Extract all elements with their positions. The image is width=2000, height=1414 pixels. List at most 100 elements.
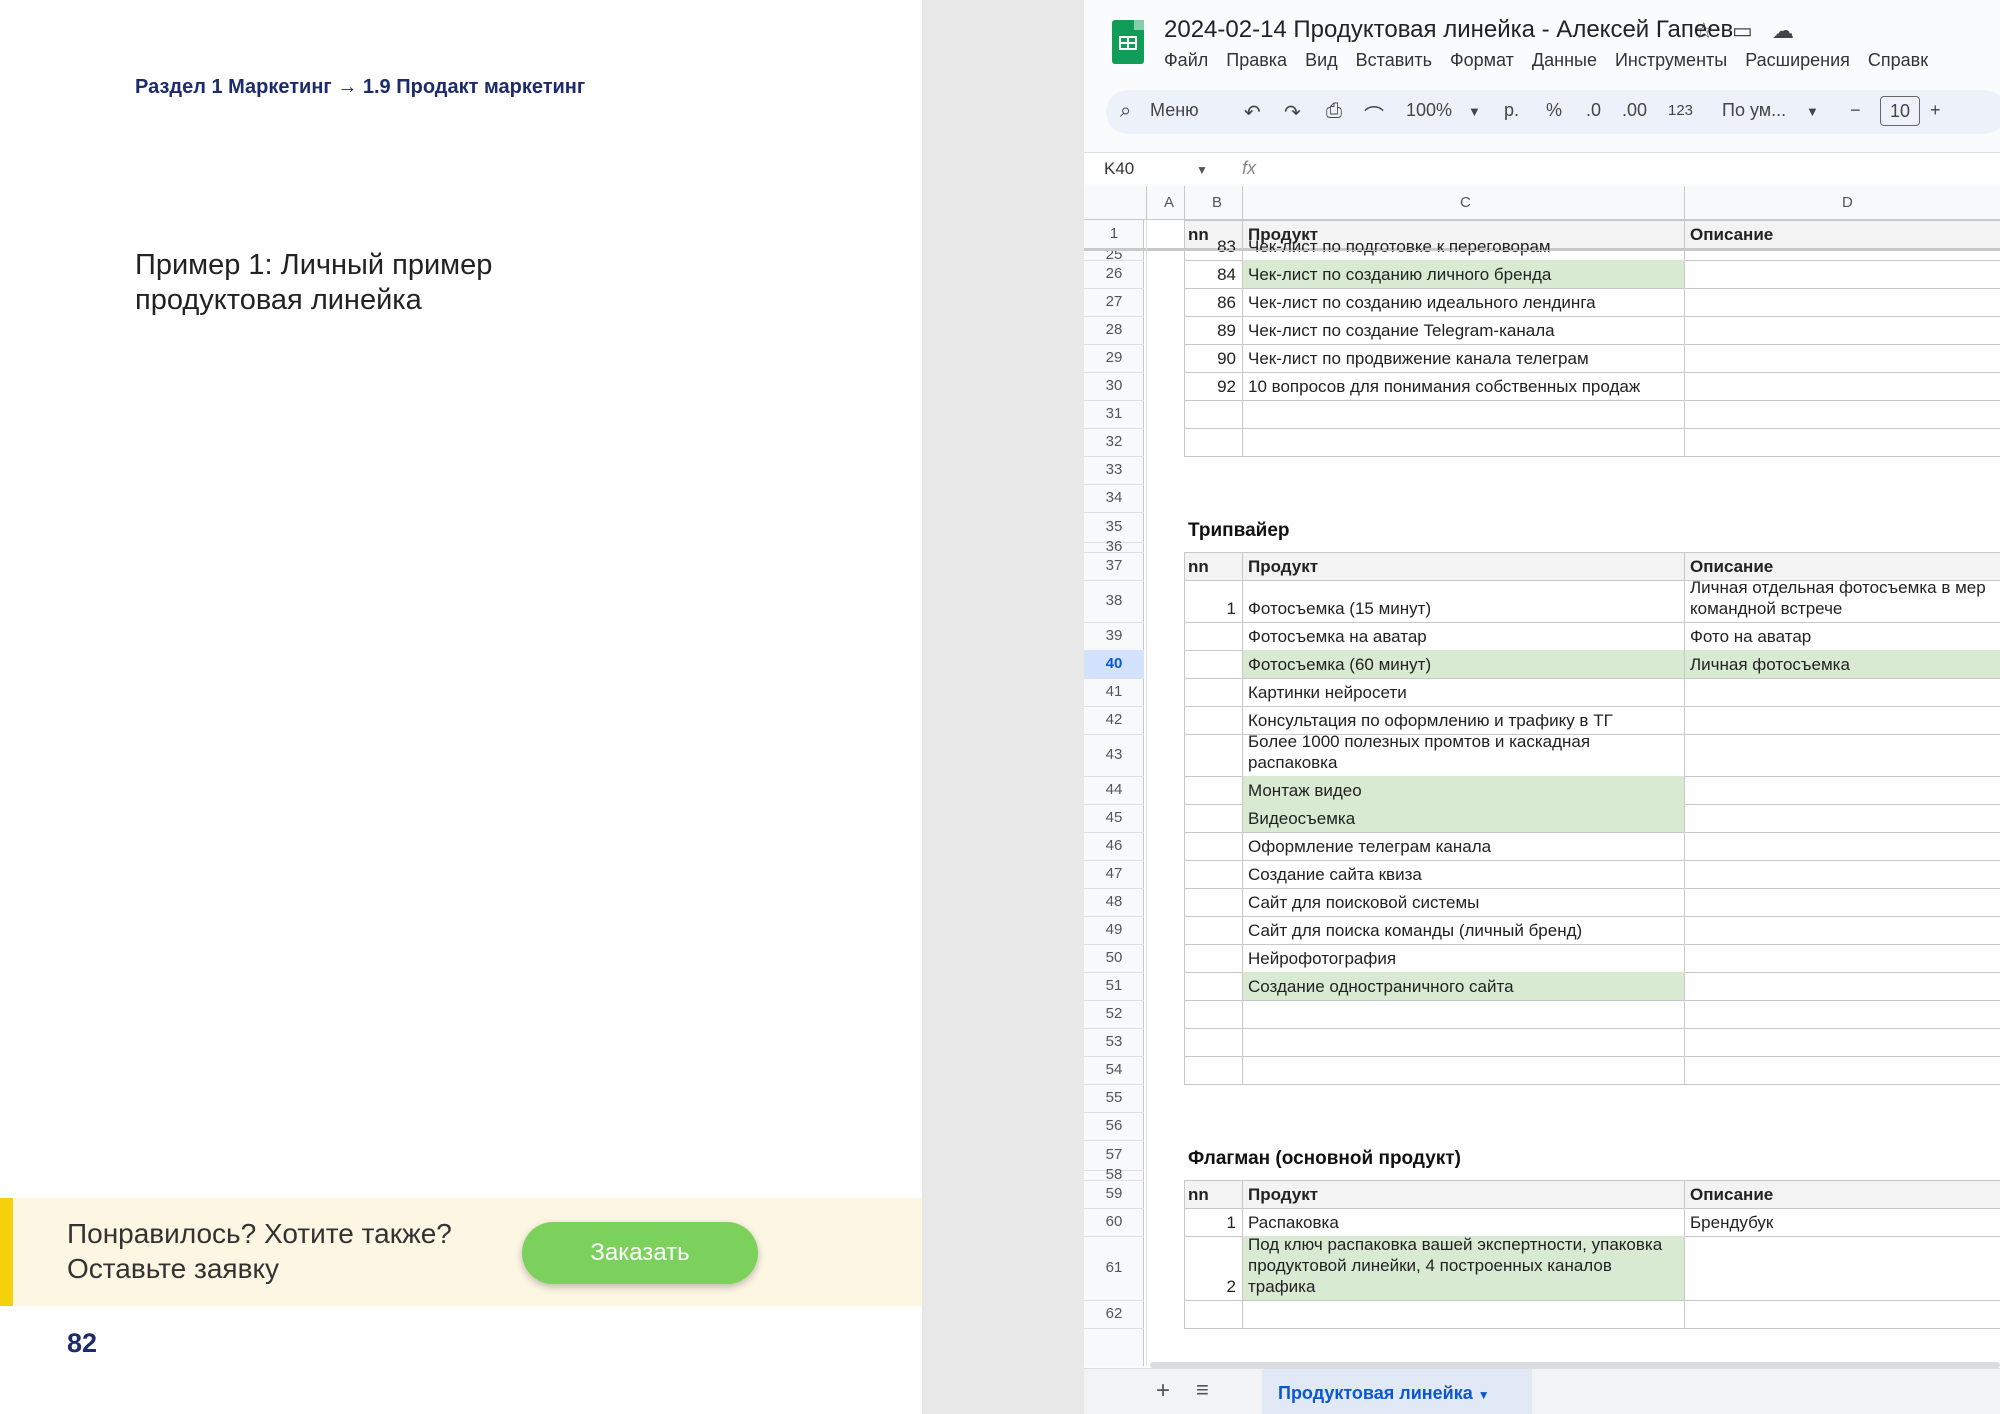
menu-item-2[interactable]: Вид (1305, 50, 1338, 70)
row-number-31[interactable]: 31 (1084, 405, 1144, 422)
menu-search[interactable]: Меню (1150, 100, 1199, 121)
breadcrumb: Раздел 1 Маркетинг → 1.9 Продакт маркети… (135, 76, 586, 98)
column-header-b[interactable]: B (1212, 194, 1222, 211)
row-number-50[interactable]: 50 (1084, 949, 1144, 966)
sheets-logo-icon[interactable] (1112, 20, 1144, 64)
paint-format-icon[interactable]: ⌒ (1364, 100, 1384, 129)
menu-item-7[interactable]: Расширения (1745, 50, 1850, 70)
row-number-42[interactable]: 42 (1084, 711, 1144, 728)
row-divider (1084, 512, 1144, 513)
decrease-font-size-button[interactable]: − (1850, 100, 1861, 121)
row-number-45[interactable]: 45 (1084, 809, 1144, 826)
percent-format-button[interactable]: % (1546, 100, 1562, 121)
row-number-49[interactable]: 49 (1084, 921, 1144, 938)
row-number-53[interactable]: 53 (1084, 1033, 1144, 1050)
row-header: 1 25 26 27 28 29 30 31 32 33 34 35 36 37 38 39 40 41 42 43 4… (1084, 220, 1144, 1366)
row-number-37[interactable]: 37 (1084, 557, 1144, 574)
sheet-list-icon[interactable]: ≡ (1196, 1377, 1209, 1403)
star-icon[interactable]: ☆ (1694, 18, 1714, 44)
row-number-30[interactable]: 30 (1084, 377, 1144, 394)
order-button[interactable]: Заказать (522, 1222, 758, 1284)
row-number-43[interactable]: 43 (1084, 746, 1144, 763)
cell-border (1184, 288, 2000, 289)
sheet-tabs-bar: + ≡ Продуктовая линейка ▼ (1084, 1368, 2000, 1414)
name-box[interactable]: K40 (1104, 159, 1134, 179)
row-number-62[interactable]: 62 (1084, 1305, 1144, 1322)
row-number-29[interactable]: 29 (1084, 349, 1144, 366)
sheet-grid[interactable]: ABCD 1 25 26 27 28 29 30 31 32 33 34 35 36 37 38 39 40 41… (1084, 186, 2000, 1366)
row-divider (1084, 552, 1144, 553)
row-number-41[interactable]: 41 (1084, 683, 1144, 700)
font-size-input[interactable]: 10 (1880, 96, 1920, 126)
menu-item-1[interactable]: Правка (1226, 50, 1287, 70)
menu-item-6[interactable]: Инструменты (1615, 50, 1727, 70)
redo-icon[interactable]: ↷ (1284, 100, 1301, 125)
row-number-38[interactable]: 38 (1084, 592, 1144, 609)
row-number-48[interactable]: 48 (1084, 893, 1144, 910)
zoom-dropdown-icon[interactable]: ▼ (1468, 104, 1481, 119)
row-product: 10 вопросов для понимания собственных пр… (1248, 377, 1641, 396)
row-divider (1084, 944, 1144, 945)
row-number-60[interactable]: 60 (1084, 1213, 1144, 1230)
row-number-32[interactable]: 32 (1084, 433, 1144, 450)
row-number-54[interactable]: 54 (1084, 1061, 1144, 1078)
row-number-1[interactable]: 1 (1084, 225, 1144, 242)
row-number-34[interactable]: 34 (1084, 489, 1144, 506)
font-select[interactable]: По ум... (1722, 100, 1786, 121)
column-header-c[interactable]: C (1460, 194, 1471, 211)
row-number-46[interactable]: 46 (1084, 837, 1144, 854)
search-icon[interactable]: ⌕ (1120, 100, 1131, 123)
zoom-select[interactable]: 100% (1406, 100, 1452, 121)
row-number-47[interactable]: 47 (1084, 865, 1144, 882)
row-number-40[interactable]: 40 (1084, 655, 1144, 672)
name-box-dropdown-icon[interactable]: ▼ (1196, 163, 1208, 177)
menu-item-8[interactable]: Справк (1868, 50, 1928, 70)
row-number-26[interactable]: 26 (1084, 265, 1144, 282)
number-format-button[interactable]: 123 (1668, 102, 1693, 119)
undo-icon[interactable]: ↶ (1244, 100, 1261, 125)
row-number-35[interactable]: 35 (1084, 518, 1144, 535)
row-divider (1084, 1328, 1144, 1329)
menu-item-3[interactable]: Вставить (1356, 50, 1432, 70)
column-header-d[interactable]: D (1842, 194, 1853, 211)
menu-item-4[interactable]: Формат (1450, 50, 1514, 70)
row-divider (1084, 622, 1144, 623)
cell-border (1184, 372, 2000, 373)
row-number-59[interactable]: 59 (1084, 1185, 1144, 1202)
row-number-28[interactable]: 28 (1084, 321, 1144, 338)
add-sheet-icon[interactable]: + (1156, 1377, 1170, 1405)
decrease-decimal-button[interactable]: .0 (1586, 100, 1601, 121)
font-dropdown-icon[interactable]: ▼ (1806, 104, 1819, 119)
sheet-tab-product-line[interactable]: Продуктовая линейка ▼ (1262, 1369, 1532, 1414)
row-product: Чек-лист по создание Telegram-канала (1248, 321, 1555, 340)
row-divider (1084, 706, 1144, 707)
row-number-55[interactable]: 55 (1084, 1089, 1144, 1106)
menu-item-5[interactable]: Данные (1532, 50, 1597, 70)
row-number-57[interactable]: 57 (1084, 1146, 1144, 1163)
document-title[interactable]: 2024-02-14 Продуктовая линейка - Алексей… (1164, 16, 1733, 44)
row-number-27[interactable]: 27 (1084, 293, 1144, 310)
row-number-44[interactable]: 44 (1084, 781, 1144, 798)
print-icon[interactable]: ⎙ (1326, 100, 1342, 123)
row-number-61[interactable]: 61 (1084, 1259, 1144, 1276)
row-number-51[interactable]: 51 (1084, 977, 1144, 994)
row-number-39[interactable]: 39 (1084, 627, 1144, 644)
row-number-52[interactable]: 52 (1084, 1005, 1144, 1022)
row-number-33[interactable]: 33 (1084, 461, 1144, 478)
tripwire-row-product: Нейрофотография (1248, 949, 1397, 968)
cell-border (1684, 220, 1685, 248)
move-folder-icon[interactable]: ▭ (1732, 18, 1753, 44)
cell-border (1242, 250, 1243, 456)
row-divider (1084, 456, 1144, 457)
cloud-status-icon[interactable]: ☁ (1772, 18, 1794, 44)
menu-item-0[interactable]: Файл (1164, 50, 1208, 70)
cell-border (1184, 250, 1185, 456)
column-header-a[interactable]: A (1164, 194, 1174, 211)
increase-font-size-button[interactable]: + (1930, 100, 1941, 121)
currency-format-button[interactable]: р. (1504, 100, 1519, 121)
row-nn: 86 (1217, 293, 1236, 312)
row-number-56[interactable]: 56 (1084, 1117, 1144, 1134)
cell-border (1684, 552, 1685, 1084)
sheet-tab-dropdown-icon[interactable]: ▼ (1478, 1388, 1490, 1402)
increase-decimal-button[interactable]: .00 (1622, 100, 1647, 121)
